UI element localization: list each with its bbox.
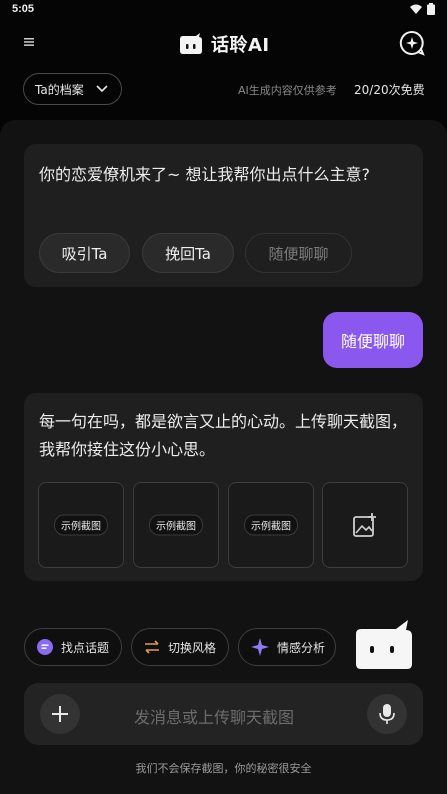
top-bar: 话聆AI — [0, 20, 447, 66]
add-image-icon — [353, 513, 376, 537]
app-name: 话聆AI — [211, 35, 270, 56]
profile-dropdown[interactable]: Ta的档案 — [23, 73, 122, 105]
emotion-analysis-button[interactable]: 情感分析 — [238, 628, 336, 666]
switch-style-button[interactable]: 切换风格 — [131, 628, 229, 666]
status-time: 5:05 — [12, 3, 35, 15]
chip-win-back[interactable]: 挽回Ta — [142, 233, 234, 273]
mascot-icon — [356, 620, 412, 669]
swap-arrows-icon — [145, 640, 159, 654]
ai-disclaimer: AI生成内容仅供参考 — [238, 84, 337, 97]
free-quota: 20/20次免费 — [354, 83, 425, 97]
topic-bubble-icon — [37, 639, 53, 655]
chip-attract[interactable]: 吸引Ta — [39, 233, 130, 273]
thumb-label: 示例截图 — [54, 514, 108, 536]
example-screenshot-thumb[interactable]: 示例截图 — [228, 482, 314, 568]
attach-button[interactable] — [40, 694, 80, 734]
find-topic-button[interactable]: 找点话题 — [24, 628, 122, 666]
example-screenshot-thumb[interactable]: 示例截图 — [133, 482, 219, 568]
plus-icon — [52, 706, 68, 722]
action-label: 切换风格 — [168, 640, 217, 655]
profile-label: Ta的档案 — [35, 82, 84, 97]
chevron-down-icon — [96, 85, 108, 93]
voice-input-button[interactable] — [367, 694, 407, 734]
thumb-label: 示例截图 — [244, 514, 298, 536]
chat-bubble-logo-icon — [180, 33, 202, 54]
new-chat-sparkle-icon[interactable] — [399, 30, 425, 56]
wifi-icon — [410, 4, 422, 14]
app-logo: 话聆AI — [178, 31, 270, 57]
battery-icon — [427, 3, 435, 15]
example-screenshot-thumb[interactable]: 示例截图 — [38, 482, 124, 568]
menu-icon[interactable] — [24, 38, 34, 46]
microphone-icon — [379, 704, 395, 724]
upload-screenshot-button[interactable] — [322, 482, 408, 568]
action-label: 情感分析 — [277, 640, 326, 655]
status-bar: 5:05 — [0, 0, 447, 20]
status-icons — [410, 3, 435, 15]
thumb-label: 示例截图 — [149, 514, 203, 536]
privacy-note: 我们不会保存截图，你的秘密很安全 — [135, 762, 312, 775]
message-composer: 发消息或上传聊天截图 — [24, 683, 423, 745]
ai-message-text: 每一句在吗，都是欲言又止的心动。上传聊天截图，我帮你接住这份小心思。 — [39, 412, 408, 459]
message-input[interactable]: 发消息或上传聊天截图 — [134, 704, 294, 728]
ai-message-text: 你的恋爱僚机来了~ 想让我帮你出点什么主意? — [39, 165, 370, 184]
action-label: 找点话题 — [61, 640, 110, 655]
sparkle-icon — [251, 638, 269, 656]
chip-casual-chat: 随便聊聊 — [245, 233, 352, 273]
user-message-bubble: 随便聊聊 — [323, 312, 423, 368]
